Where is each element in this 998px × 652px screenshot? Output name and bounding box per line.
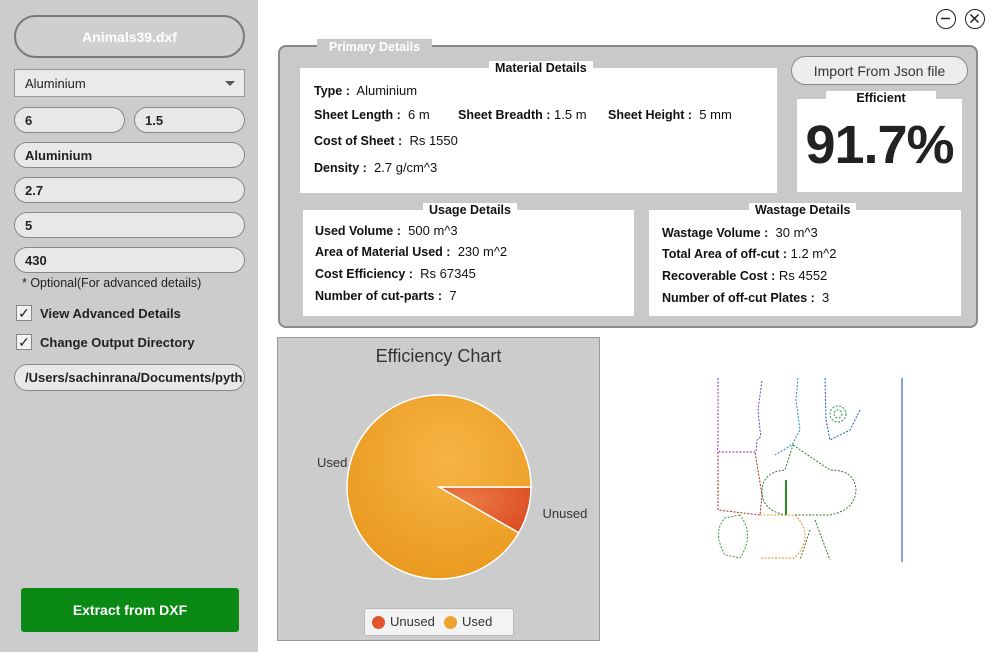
view-advanced-label: View Advanced Details xyxy=(40,306,181,321)
cost-efficiency-value: Rs 67345 xyxy=(420,266,476,281)
import-json-button[interactable]: Import From Json file xyxy=(791,56,968,85)
sheet-height-input[interactable]: 5 xyxy=(14,212,245,238)
legend-swatch-used xyxy=(444,616,457,629)
dxf-part xyxy=(716,378,763,453)
density-label: Density : xyxy=(314,161,367,175)
cut-parts-value: 7 xyxy=(449,288,457,303)
sheet-length-input[interactable]: 6 xyxy=(14,107,125,133)
wastage-details-title: Wastage Details xyxy=(749,203,857,217)
offcut-plates-label: Number of off-cut Plates : xyxy=(662,291,815,305)
offcut-area-label: Total Area of off-cut : xyxy=(662,247,787,261)
area-used-label: Area of Material Used : xyxy=(315,245,451,259)
dxf-part xyxy=(717,451,763,516)
area-used-value: 230 m^2 xyxy=(457,244,508,259)
legend-label-unused: Unused xyxy=(390,614,435,629)
cost-of-sheet-value: Rs 1550 xyxy=(409,133,458,148)
close-button[interactable] xyxy=(965,9,985,29)
chevron-down-icon xyxy=(225,81,235,86)
sidebar: Animals39.dxf Aluminium 6 1.5 Aluminium … xyxy=(0,0,258,652)
sheet-length-label: Sheet Length : xyxy=(314,108,401,122)
legend-label-used: Used xyxy=(462,614,493,629)
sheet-height-label: Sheet Height : xyxy=(608,108,693,122)
dxf-part xyxy=(829,405,847,423)
material-dropdown[interactable]: Aluminium xyxy=(14,69,245,97)
x-circle-icon xyxy=(969,13,980,24)
density-value: 2.7 g/cm^3 xyxy=(374,160,438,175)
dxf-preview xyxy=(716,377,903,562)
type-value: Aluminium xyxy=(356,83,418,98)
chart-legend: Unused Used xyxy=(364,608,514,636)
dxf-part xyxy=(761,444,857,516)
dxf-part xyxy=(718,514,748,559)
change-output-label: Change Output Directory xyxy=(40,335,195,350)
recoverable-cost-value: Rs 4552 xyxy=(778,268,828,283)
cost-input[interactable]: 430 xyxy=(14,247,245,273)
material-dropdown-value: Aluminium xyxy=(25,75,86,91)
checkmark-icon: ✓ xyxy=(18,305,30,321)
dxf-part xyxy=(833,409,843,419)
view-advanced-checkbox[interactable]: ✓ xyxy=(16,305,32,321)
sheet-breadth-label: Sheet Breadth : xyxy=(458,108,551,122)
cost-of-sheet-label: Cost of Sheet : xyxy=(314,134,403,148)
sheet-length-value: 6 m xyxy=(408,107,430,122)
change-output-checkbox[interactable]: ✓ xyxy=(16,334,32,350)
cost-efficiency-label: Cost Efficiency : xyxy=(315,267,413,281)
used-volume-value: 500 m^3 xyxy=(408,223,458,238)
optional-note: * Optional(For advanced details) xyxy=(22,276,202,290)
density-input[interactable]: 2.7 xyxy=(14,177,245,203)
used-volume-label: Used Volume : xyxy=(315,224,401,238)
pie-slice-used xyxy=(346,394,532,580)
dxf-part xyxy=(824,377,861,441)
minimize-button[interactable] xyxy=(936,9,956,29)
pie-label-used: Used xyxy=(317,455,347,470)
efficiency-title: Efficient xyxy=(826,91,936,105)
minus-circle-icon xyxy=(941,17,950,20)
efficiency-value: 91.7% xyxy=(805,115,954,175)
dxf-part xyxy=(774,377,801,456)
type-label: Type : xyxy=(314,84,350,98)
efficiency-chart: Efficiency Chart Unused Used Unused Used xyxy=(277,337,600,641)
wastage-volume-value: 30 m^3 xyxy=(775,225,818,240)
pie-label-unused: Unused xyxy=(543,506,588,521)
legend-swatch-unused xyxy=(372,616,385,629)
dxf-part xyxy=(760,514,806,559)
usage-details-title: Usage Details xyxy=(423,203,517,217)
wastage-volume-label: Wastage Volume : xyxy=(662,226,769,240)
pie-chart: Unused Used xyxy=(317,394,588,580)
recoverable-cost-label: Recoverable Cost : xyxy=(662,269,776,283)
file-select-button[interactable]: Animals39.dxf xyxy=(14,15,245,58)
material-name-input[interactable]: Aluminium xyxy=(14,142,245,168)
dxf-part xyxy=(799,519,831,561)
material-details-title: Material Details xyxy=(489,61,593,75)
output-directory-input[interactable]: /Users/sachinrana/Documents/pyth xyxy=(14,364,245,391)
checkmark-icon: ✓ xyxy=(18,334,30,350)
offcut-plates-value: 3 xyxy=(822,290,830,305)
extract-button[interactable]: Extract from DXF xyxy=(21,588,239,632)
offcut-area-value: 1.2 m^2 xyxy=(790,246,837,261)
sheet-breadth-input[interactable]: 1.5 xyxy=(134,107,245,133)
cut-parts-label: Number of cut-parts : xyxy=(315,289,443,303)
primary-details-title: Primary Details xyxy=(317,39,433,55)
sheet-breadth-value: 1.5 m xyxy=(554,107,587,122)
sheet-height-value: 5 mm xyxy=(699,107,732,122)
